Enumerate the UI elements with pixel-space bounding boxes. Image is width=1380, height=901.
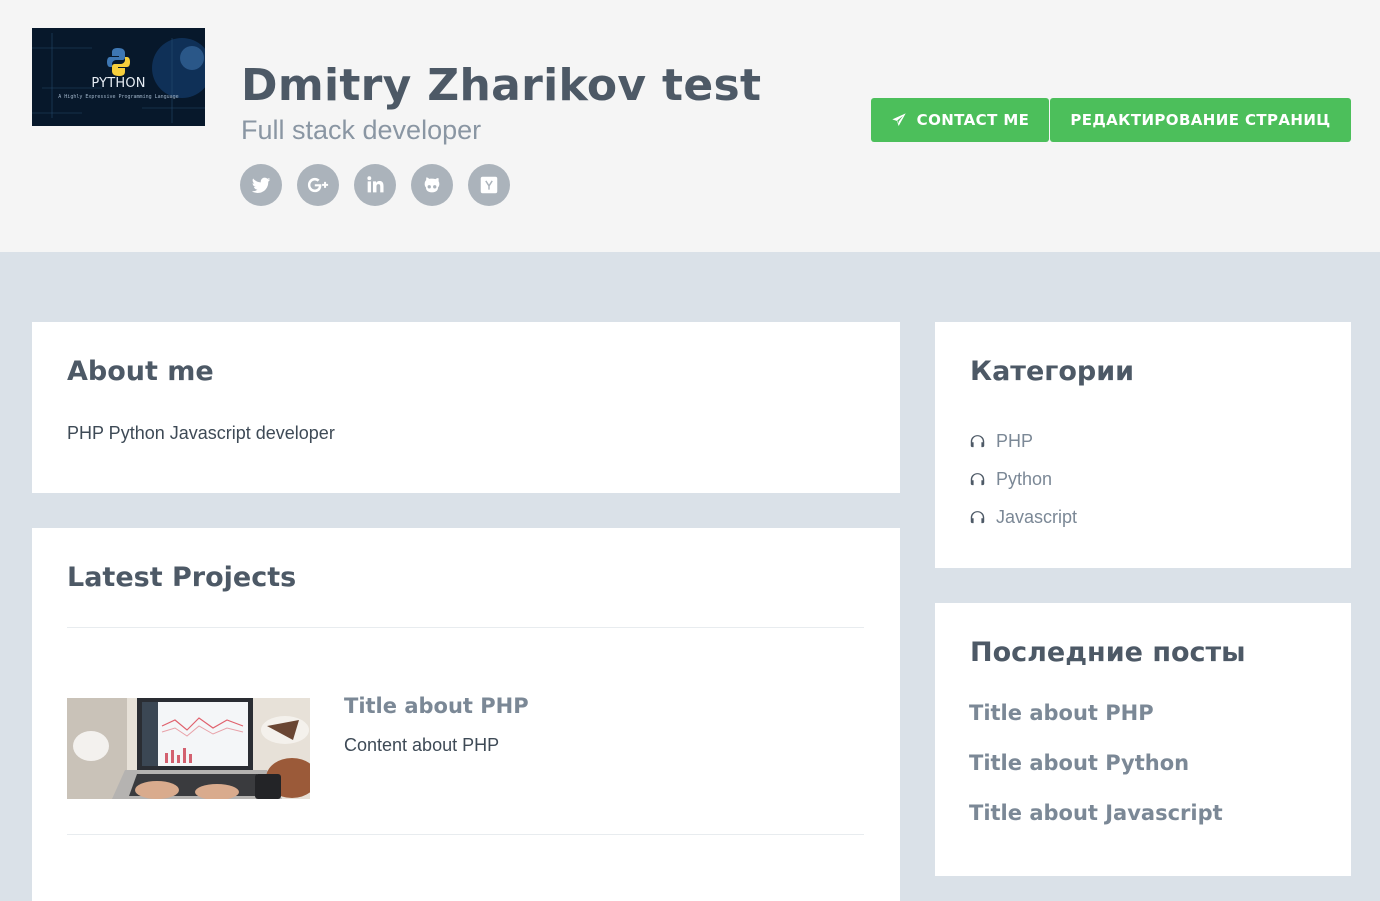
hacker-news-icon	[480, 176, 498, 194]
post-link[interactable]: Title about Python	[969, 751, 1223, 801]
category-item-javascript[interactable]: Javascript	[969, 498, 1077, 536]
categories-title: Категории	[970, 356, 1135, 387]
category-item-php[interactable]: PHP	[969, 422, 1077, 460]
profile-name: Dmitry Zharikov test	[241, 60, 762, 111]
logo-text: PYTHON	[91, 76, 146, 91]
category-label: PHP	[996, 430, 1034, 451]
send-icon	[892, 113, 906, 126]
category-item-python[interactable]: Python	[969, 460, 1077, 498]
latest-posts-list: Title about PHP Title about Python Title…	[969, 701, 1223, 851]
about-text: PHP Python Javascript developer	[67, 423, 335, 443]
google-plus-icon	[307, 177, 329, 193]
project-title-link[interactable]: Title about PHP	[344, 694, 529, 718]
project-content: Content about PHP	[344, 735, 500, 755]
linkedin-icon	[367, 176, 384, 193]
contact-me-button[interactable]: CONTACT ME	[871, 98, 1049, 142]
category-label: Python	[996, 468, 1053, 489]
twitter-icon	[251, 177, 271, 193]
latest-projects-title: Latest Projects	[67, 562, 297, 593]
contact-me-label: CONTACT ME	[916, 111, 1030, 129]
google-plus-link[interactable]	[297, 164, 339, 206]
post-link[interactable]: Title about Javascript	[969, 801, 1223, 851]
social-links	[240, 164, 510, 206]
profile-logo: PYTHON A Highly Expressive Programming L…	[32, 28, 205, 126]
linkedin-link[interactable]	[354, 164, 396, 206]
hacker-news-link[interactable]	[468, 164, 510, 206]
post-link[interactable]: Title about PHP	[969, 701, 1223, 751]
edit-pages-label: РЕДАКТИРОВАНИЕ СТРАНИЦ	[1070, 111, 1331, 129]
divider	[67, 627, 864, 628]
latest-projects-card: Latest Projects Title about PHP Content …	[32, 528, 900, 901]
about-card: About me PHP Python Javascript developer	[32, 322, 900, 493]
latest-posts-title: Последние посты	[970, 637, 1246, 668]
headphones-icon	[970, 434, 985, 447]
about-title: About me	[67, 356, 214, 387]
github-link[interactable]	[411, 164, 453, 206]
edit-pages-button[interactable]: РЕДАКТИРОВАНИЕ СТРАНИЦ	[1050, 98, 1351, 142]
categories-card: Категории PHP Python Javascript	[935, 322, 1351, 568]
latest-posts-card: Последние посты Title about PHP Title ab…	[935, 603, 1351, 876]
header: PYTHON A Highly Expressive Programming L…	[0, 0, 1380, 252]
twitter-link[interactable]	[240, 164, 282, 206]
logo-subtext: A Highly Expressive Programming Language	[58, 94, 179, 100]
headphones-icon	[970, 472, 985, 485]
headphones-icon	[970, 510, 985, 523]
profile-tagline: Full stack developer	[241, 115, 482, 145]
categories-list: PHP Python Javascript	[969, 422, 1077, 536]
github-icon	[424, 177, 440, 193]
divider	[67, 834, 864, 835]
project-thumbnail[interactable]	[67, 698, 310, 799]
category-label: Javascript	[996, 506, 1078, 527]
